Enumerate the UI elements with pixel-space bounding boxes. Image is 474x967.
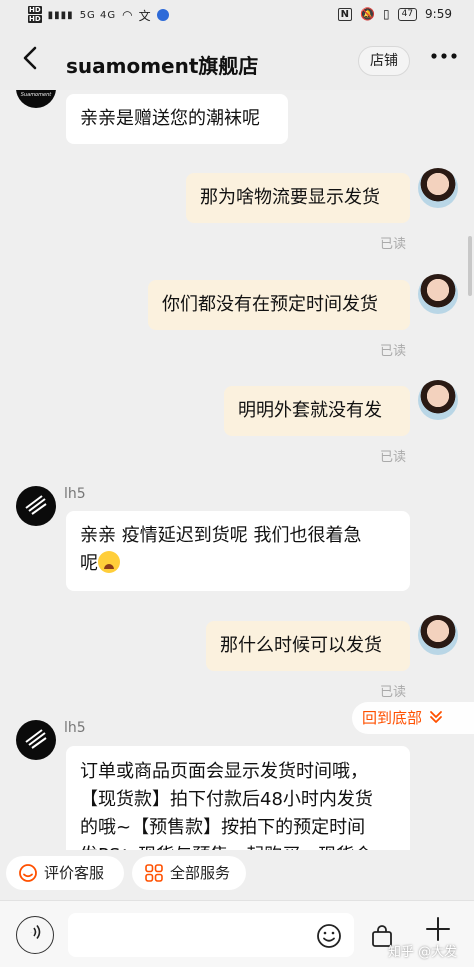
shop-title: suamoment旗舰店	[66, 54, 259, 78]
read-status: 已读	[380, 344, 407, 359]
hd-indicator: HD HD	[28, 6, 42, 24]
rate-service-label: 评价客服	[44, 864, 105, 882]
input-bar: 知乎 @大发	[0, 900, 474, 967]
shop-nickname: lh5	[64, 486, 86, 502]
smile-icon[interactable]	[316, 923, 342, 949]
watermark: 知乎 @大发	[388, 945, 458, 960]
user-avatar[interactable]	[418, 274, 458, 314]
app-indicator-icon	[156, 9, 169, 21]
message-input[interactable]	[68, 913, 354, 957]
hd-label-2: HD	[28, 15, 42, 23]
chat-area[interactable]: Suamoment 亲亲是赠送您的潮袜呢 那为啥物流要显示发货 已读 你们都没有…	[0, 90, 474, 850]
chat-header: suamoment旗舰店 店铺	[0, 32, 474, 90]
vibrate-icon: ▯	[382, 7, 390, 21]
brand-logo-text: Suamoment	[20, 92, 52, 98]
smile-rate-icon	[19, 864, 37, 882]
brand-logo-icon	[25, 495, 47, 515]
message-line: 呢	[80, 550, 396, 578]
message-line: 发PS：现货与预售一起购买，现货会	[80, 842, 396, 850]
rate-service-button[interactable]: 评价客服	[6, 856, 124, 890]
plus-icon	[426, 917, 450, 941]
grid-services-icon	[145, 864, 163, 882]
back-to-bottom-button[interactable]: 回到底部	[352, 702, 474, 734]
message-line: 的哦~【预售款】按拍下的预定时间	[80, 817, 366, 838]
brand-logo-icon	[25, 729, 47, 749]
voice-button[interactable]	[16, 916, 54, 954]
battery-icon: 47	[397, 7, 418, 21]
shop-button[interactable]: 店铺	[358, 46, 410, 76]
shop-avatar[interactable]	[16, 720, 56, 760]
message-line: 订单或商品页面会显示发货时间哦，	[80, 761, 368, 782]
message-bubble-user[interactable]: 你们都没有在预定时间发货	[148, 280, 410, 330]
user-avatar[interactable]	[418, 380, 458, 420]
signal-icon: ▮▮▮▮	[47, 9, 74, 21]
user-avatar[interactable]	[418, 168, 458, 208]
more-button[interactable]	[430, 46, 458, 72]
clock: 9:59	[425, 7, 452, 21]
back-to-bottom-label: 回到底部	[362, 709, 423, 727]
signal-label: 5G 4G	[79, 9, 117, 21]
all-services-label: 全部服务	[170, 864, 231, 882]
message-line-text: 呢	[80, 553, 98, 574]
voice-icon	[29, 925, 41, 939]
message-bubble-user[interactable]: 明明外套就没有发	[224, 386, 410, 436]
read-status: 已读	[380, 237, 407, 252]
status-bar: HD HD ▮▮▮▮ 5G 4G ◠ 文 N 🔕 ▯ 47 9:59	[0, 0, 474, 32]
status-extra: 文	[138, 8, 151, 23]
crying-face-icon	[98, 551, 120, 573]
chevron-left-icon	[23, 46, 37, 70]
more-dots-icon	[431, 53, 457, 59]
user-avatar[interactable]	[418, 615, 458, 655]
chevron-double-down-icon	[430, 711, 442, 723]
read-status: 已读	[380, 685, 407, 700]
shop-avatar[interactable]	[16, 486, 56, 526]
message-bubble-shop[interactable]: 亲亲 疫情延迟到货呢 我们也很着急 呢	[66, 511, 410, 591]
shop-avatar[interactable]: Suamoment	[16, 90, 56, 108]
shop-nickname: lh5	[64, 720, 86, 736]
message-bubble-user[interactable]: 那为啥物流要显示发货	[186, 173, 410, 223]
message-bubble-user[interactable]: 那什么时候可以发货	[206, 621, 410, 671]
read-status: 已读	[380, 450, 407, 465]
message-bubble-shop[interactable]: 亲亲是赠送您的潮袜呢	[66, 94, 288, 144]
back-button[interactable]	[18, 45, 48, 75]
message-bubble-shop[interactable]: 订单或商品页面会显示发货时间哦， 【现货款】拍下付款后48小时内发货 的哦~【预…	[66, 746, 410, 850]
scrollbar[interactable]	[468, 236, 472, 296]
quick-actions-bar: 评价客服 全部服务	[0, 850, 474, 900]
nfc-icon: N	[337, 7, 353, 21]
wifi-icon: ◠	[122, 8, 133, 22]
mute-icon: 🔕	[360, 7, 375, 21]
message-line: 亲亲 疫情延迟到货呢 我们也很着急	[80, 525, 362, 546]
message-line: 【现货款】拍下付款后48小时内发货	[80, 789, 373, 810]
hd-label-1: HD	[28, 6, 42, 14]
all-services-button[interactable]: 全部服务	[132, 856, 246, 890]
